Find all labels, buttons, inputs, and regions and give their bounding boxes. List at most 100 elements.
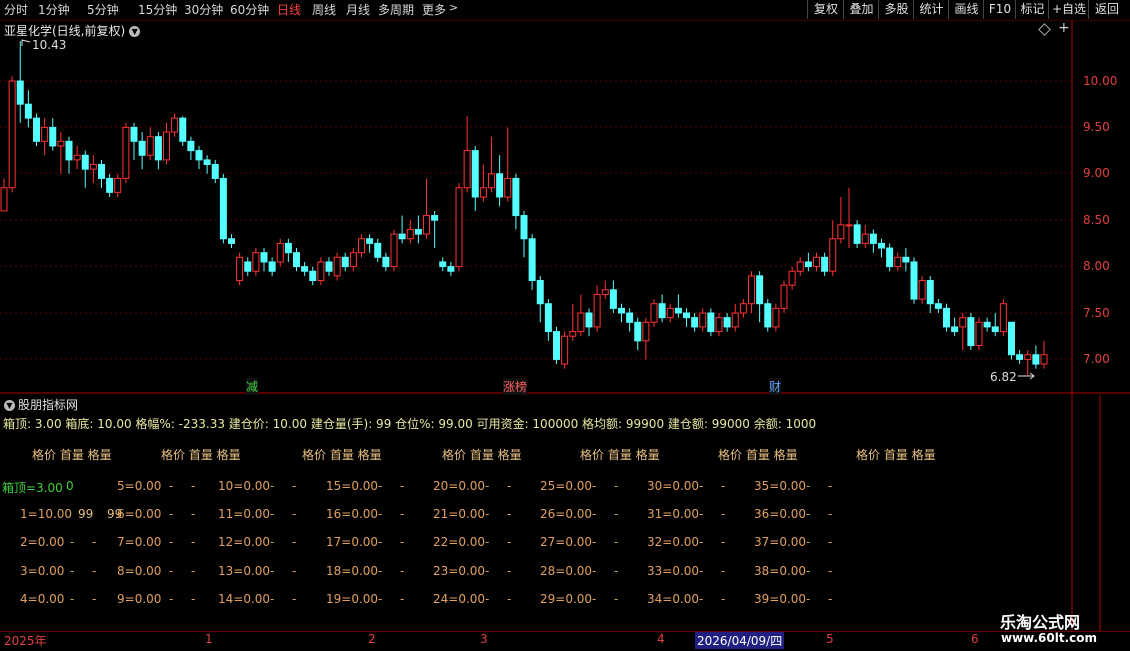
empty-value-dash: - xyxy=(699,592,704,606)
candle xyxy=(666,303,674,323)
candle xyxy=(73,145,81,170)
empty-value-dash: - xyxy=(169,564,174,578)
empty-value-dash: - xyxy=(507,592,512,606)
empty-value-dash: - xyxy=(292,592,297,606)
date-label-year: 2025年 xyxy=(4,634,47,648)
stats-button[interactable]: 统计 xyxy=(913,0,949,19)
period-multi[interactable]: 多周期 xyxy=(378,1,414,18)
event-marker-reduce[interactable]: 减 xyxy=(246,378,259,395)
grid-level-cell: 29=0.00 xyxy=(540,592,593,606)
candle xyxy=(626,308,634,332)
candle xyxy=(618,303,625,323)
grid-level-cell: 34=0.00 xyxy=(647,592,700,606)
period-fenshi[interactable]: 分时 xyxy=(4,1,28,18)
candle xyxy=(325,257,333,276)
diamond-icon[interactable] xyxy=(1038,23,1051,36)
grid-level-cell: 30=0.00 xyxy=(647,479,700,493)
grid-level-cell: 36=0.00 xyxy=(754,507,807,521)
candle xyxy=(98,159,105,188)
period-15min[interactable]: 15分钟 xyxy=(138,1,177,18)
chevron-down-icon[interactable]: ▼ xyxy=(4,400,15,411)
stock-title[interactable]: 亚星化学(日线,前复权) ▼ xyxy=(4,22,141,39)
back-button[interactable]: 返回 xyxy=(1088,0,1125,19)
low-price-label: 6.82 xyxy=(990,370,1017,384)
grid-level-cell: 32=0.00 xyxy=(647,535,700,549)
plus-icon[interactable]: + xyxy=(1058,20,1070,36)
candle xyxy=(983,317,991,332)
overlay-button[interactable]: 叠加 xyxy=(843,0,879,19)
event-marker-finance[interactable]: 财 xyxy=(769,378,782,395)
period-daily[interactable]: 日线 xyxy=(277,1,301,18)
empty-value-dash: - xyxy=(614,592,619,606)
period-more[interactable]: 更多 xyxy=(422,1,446,18)
grid-level-cell: 13=0.00 xyxy=(218,564,271,578)
candle xyxy=(601,280,609,300)
date-axis xyxy=(0,631,1130,651)
empty-value-dash: - xyxy=(191,535,196,549)
empty-value-dash: - xyxy=(485,535,490,549)
date-label-jun: 6 xyxy=(971,632,979,646)
candle xyxy=(24,90,32,128)
candle xyxy=(114,173,122,197)
chevron-right-icon[interactable]: > xyxy=(449,1,458,14)
indicator-title[interactable]: ▼ 股朋指标网 xyxy=(4,396,78,413)
candle xyxy=(236,252,244,286)
fuquan-button[interactable]: 复权 xyxy=(807,0,844,19)
candle xyxy=(642,317,650,360)
event-marker-limit-up[interactable]: 涨榜 xyxy=(503,378,528,395)
empty-value-dash: - xyxy=(806,507,811,521)
period-monthly[interactable]: 月线 xyxy=(346,1,370,18)
candle xyxy=(366,234,374,253)
candle xyxy=(853,220,861,249)
empty-value-dash: - xyxy=(828,507,833,521)
empty-value-dash: - xyxy=(378,479,383,493)
candle xyxy=(439,257,447,272)
empty-value-dash: - xyxy=(806,592,811,606)
candle xyxy=(154,132,162,170)
candle xyxy=(699,308,707,332)
candle xyxy=(691,313,699,332)
candle xyxy=(146,127,154,160)
candle xyxy=(829,220,837,276)
candle xyxy=(276,238,284,267)
empty-value-dash: - xyxy=(378,592,383,606)
candle xyxy=(301,261,309,276)
period-60min[interactable]: 60分钟 xyxy=(230,1,269,18)
empty-value-dash: - xyxy=(614,507,619,521)
candle xyxy=(260,248,268,272)
mark-button[interactable]: 标记 xyxy=(1015,0,1049,19)
candle xyxy=(195,145,203,170)
col-header-group-5: 格价 首量 格量 xyxy=(580,448,660,462)
candle xyxy=(934,299,942,313)
period-weekly[interactable]: 周线 xyxy=(312,1,336,18)
f10-button[interactable]: F10 xyxy=(983,0,1016,19)
grid-level-cell: 14=0.00 xyxy=(218,592,271,606)
draw-line-button[interactable]: 画线 xyxy=(948,0,984,19)
candle xyxy=(943,303,950,332)
candle xyxy=(569,303,577,341)
empty-value-dash: - xyxy=(169,592,174,606)
empty-value-dash: - xyxy=(400,507,405,521)
box-top-label: 箱顶=3.00 xyxy=(2,481,63,495)
candle xyxy=(520,210,528,258)
candle xyxy=(723,313,731,332)
date-label-feb: 2 xyxy=(368,632,376,646)
grid-level-cell: 9=0.00 xyxy=(117,592,162,606)
multi-stock-button[interactable]: 多股 xyxy=(878,0,914,19)
chevron-down-icon[interactable]: ▼ xyxy=(129,26,141,37)
empty-value-dash: - xyxy=(92,535,97,549)
candle xyxy=(203,155,211,174)
add-watchlist-button[interactable]: +自选 xyxy=(1048,0,1089,19)
empty-value-dash: - xyxy=(270,479,275,493)
candle xyxy=(894,252,902,272)
candlestick-chart[interactable] xyxy=(0,0,1130,650)
candle xyxy=(49,118,57,151)
period-30min[interactable]: 30分钟 xyxy=(184,1,223,18)
candles-group xyxy=(0,41,1048,377)
candle xyxy=(674,294,682,318)
period-1min[interactable]: 1分钟 xyxy=(38,1,70,18)
period-5min[interactable]: 5分钟 xyxy=(87,1,119,18)
candle xyxy=(650,299,658,327)
candle xyxy=(1008,321,1015,360)
candle xyxy=(910,257,918,304)
